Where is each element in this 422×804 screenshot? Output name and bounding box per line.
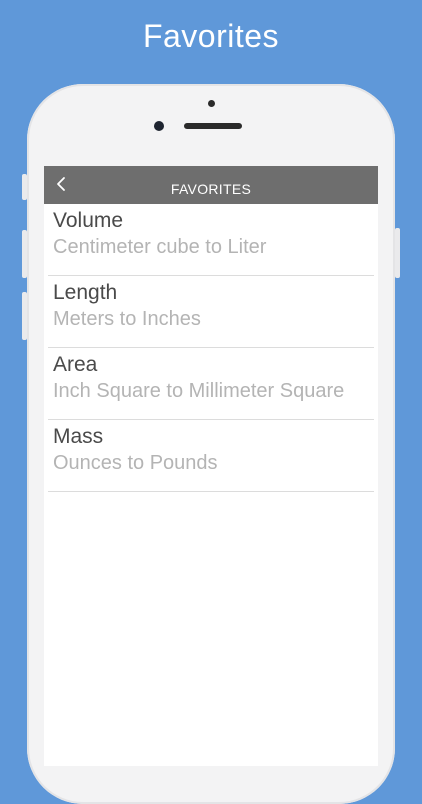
list-item[interactable]: Volume Centimeter cube to Liter [48,204,374,276]
phone-sensor [208,100,215,107]
phone-side-button [22,174,27,200]
list-item-subtitle: Ounces to Pounds [53,452,218,474]
nav-title: FAVORITES [170,181,252,197]
phone-side-button [22,292,27,340]
list-item-title: Length [53,281,118,304]
list-item-subtitle: Centimeter cube to Liter [53,236,267,258]
phone-frame: FAVORITES Volume Centimeter cube to Lite… [22,84,400,804]
list-item-subtitle: Inch Square to Millimeter Square [53,380,345,402]
navigation-bar: FAVORITES [44,166,378,204]
list-item-title: Volume [53,209,124,232]
favorites-list: Volume Centimeter cube to Liter Length M… [44,204,378,492]
list-item-title: Area [53,353,98,376]
promo-title: Favorites [142,18,280,54]
list-item[interactable]: Length Meters to Inches [48,276,374,348]
phone-side-button [22,230,27,278]
phone-speaker [184,123,242,129]
app-screen: FAVORITES Volume Centimeter cube to Lite… [44,166,378,766]
phone-side-button [395,228,400,278]
list-item-subtitle: Meters to Inches [53,308,201,330]
phone-camera [154,121,164,131]
list-item[interactable]: Area Inch Square to Millimeter Square [48,348,374,420]
list-item-title: Mass [53,425,104,448]
list-item[interactable]: Mass Ounces to Pounds [48,420,374,492]
